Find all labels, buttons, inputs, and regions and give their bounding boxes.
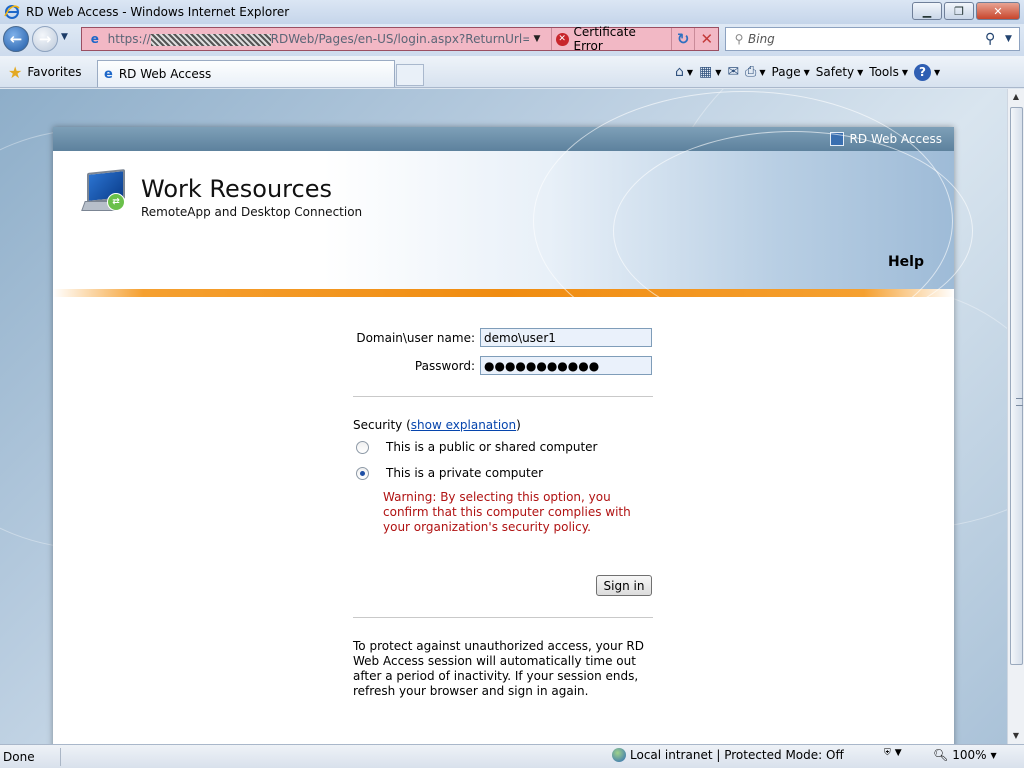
- maximize-button[interactable]: ❐: [944, 2, 974, 20]
- page-menu[interactable]: Page ▼: [772, 65, 810, 79]
- search-box[interactable]: ⚲ Bing ⚲ ▼: [725, 27, 1020, 51]
- private-warning-text: Warning: By selecting this option, you c…: [383, 490, 631, 534]
- address-dropdown-icon[interactable]: ▼: [529, 34, 545, 44]
- intranet-icon: [612, 748, 626, 762]
- help-menu[interactable]: ? ▼: [914, 63, 940, 81]
- zoom-level: 100%: [952, 748, 987, 762]
- window-title: RD Web Access - Windows Internet Explore…: [26, 5, 290, 19]
- security-zone[interactable]: Local intranet | Protected Mode: Off: [612, 748, 844, 762]
- command-bar: ⌂ ▼ ▦ ▼ ✉ ⎙ ▼ Page ▼ Safety ▼ Tools ▼ ? ▼: [675, 60, 940, 84]
- radio-public-label: This is a public or shared computer: [386, 440, 598, 454]
- certificate-error-button[interactable]: ✕ Certificate Error: [550, 25, 671, 53]
- password-row: Password:: [353, 356, 652, 375]
- address-bar[interactable]: e https://RDWeb/Pages/en-US/login.aspx?R…: [81, 25, 719, 53]
- feeds-button[interactable]: ▦ ▼: [699, 64, 721, 80]
- password-label: Password:: [414, 358, 475, 373]
- separator: [353, 396, 653, 397]
- page-subtitle: RemoteApp and Desktop Connection: [141, 205, 363, 219]
- help-link[interactable]: Help: [888, 254, 924, 270]
- rd-web-access-panel: RD Web Access ⇄ Work Resources RemoteApp…: [53, 91, 973, 767]
- radio-private-label: This is a private computer: [386, 466, 544, 480]
- radio-private[interactable]: [356, 466, 369, 480]
- page-icon: e: [90, 32, 99, 46]
- search-input[interactable]: Bing: [748, 32, 985, 46]
- favorites-bar: ★ Favorites e RD Web Access ⌂ ▼ ▦ ▼ ✉ ⎙ ▼ P…: [0, 56, 1024, 88]
- vertical-scrollbar[interactable]: ▲ ▼: [1007, 89, 1024, 744]
- zoom-control[interactable]: 🔍︎ 100% ▼: [933, 748, 997, 762]
- title-bar: RD Web Access - Windows Internet Explore…: [0, 0, 1024, 24]
- search-icon[interactable]: ⚲: [985, 31, 1005, 47]
- timeout-notice: To protect against unauthorized access, …: [353, 639, 644, 698]
- scroll-thumb[interactable]: [1010, 107, 1023, 665]
- star-icon: ★: [8, 62, 23, 82]
- rss-icon: ▦: [699, 64, 713, 80]
- help-icon: ?: [914, 63, 932, 81]
- radio-private-row[interactable]: This is a private computer: [356, 466, 543, 480]
- address-url[interactable]: https://RDWeb/Pages/en-US/login.aspx?Ret…: [108, 32, 529, 46]
- stop-icon[interactable]: ✕: [694, 28, 718, 50]
- mail-icon: ✉: [727, 64, 740, 80]
- separator: [353, 617, 653, 618]
- home-icon: ⌂: [675, 64, 684, 80]
- zoom-icon: 🔍︎: [933, 748, 949, 762]
- remote-desktop-icon: ⇄: [81, 169, 129, 215]
- bing-icon: ⚲: [734, 32, 744, 46]
- minimize-button[interactable]: ▁: [912, 2, 942, 20]
- error-icon: ✕: [555, 32, 569, 46]
- safety-menu[interactable]: Safety ▼: [816, 65, 864, 79]
- print-button[interactable]: ⎙ ▼: [745, 64, 765, 80]
- username-label: Domain\user name:: [356, 330, 475, 345]
- status-text: Done: [3, 749, 35, 764]
- forward-button[interactable]: →: [32, 26, 58, 52]
- new-tab-button[interactable]: [396, 64, 424, 86]
- username-row: Domain\user name:: [353, 328, 652, 347]
- tab-label: RD Web Access: [118, 67, 212, 81]
- home-button[interactable]: ⌂ ▼: [675, 64, 693, 80]
- username-input[interactable]: [480, 328, 652, 347]
- favorites-label: Favorites: [27, 65, 82, 79]
- page-title: Work Resources: [141, 175, 332, 203]
- status-bar: Done Local intranet | Protected Mode: Of…: [0, 744, 1024, 768]
- address-toolbar: ← → ▼ e https://RDWeb/Pages/en-US/login.…: [0, 24, 1024, 56]
- history-dropdown-icon[interactable]: ▼: [61, 32, 68, 42]
- zone-label: Local intranet | Protected Mode: Off: [630, 748, 844, 762]
- protected-mode-button[interactable]: ⛨ ▼: [884, 748, 902, 758]
- ie-logo-icon: [4, 4, 20, 20]
- tab-rd-web-access[interactable]: e RD Web Access: [97, 60, 395, 87]
- radio-public[interactable]: [356, 440, 369, 454]
- radio-public-row[interactable]: This is a public or shared computer: [356, 440, 597, 454]
- back-button[interactable]: ←: [3, 26, 29, 52]
- scroll-up-icon[interactable]: ▲: [1008, 89, 1024, 105]
- printer-icon: ⎙: [745, 64, 757, 80]
- hero-banner: ⇄ Work Resources RemoteApp and Desktop C…: [53, 91, 973, 351]
- security-heading: Security (show explanation): [353, 418, 521, 432]
- scroll-down-icon[interactable]: ▼: [1008, 728, 1024, 744]
- shield-icon: ⛨: [884, 748, 891, 758]
- refresh-icon[interactable]: ↻: [670, 28, 695, 50]
- sign-in-button[interactable]: Sign in: [596, 575, 652, 596]
- search-dropdown-icon[interactable]: ▼: [1005, 34, 1019, 44]
- redacted-host: [150, 33, 271, 46]
- certificate-error-label: Certificate Error: [573, 25, 636, 53]
- favorites-button[interactable]: ★ Favorites: [4, 61, 86, 83]
- mail-button[interactable]: ✉: [727, 64, 739, 80]
- tools-menu[interactable]: Tools ▼: [869, 65, 908, 79]
- tab-ie-icon: e: [104, 66, 113, 82]
- show-explanation-link[interactable]: show explanation: [411, 418, 516, 432]
- password-input[interactable]: [480, 356, 652, 375]
- close-button[interactable]: ✕: [976, 2, 1020, 20]
